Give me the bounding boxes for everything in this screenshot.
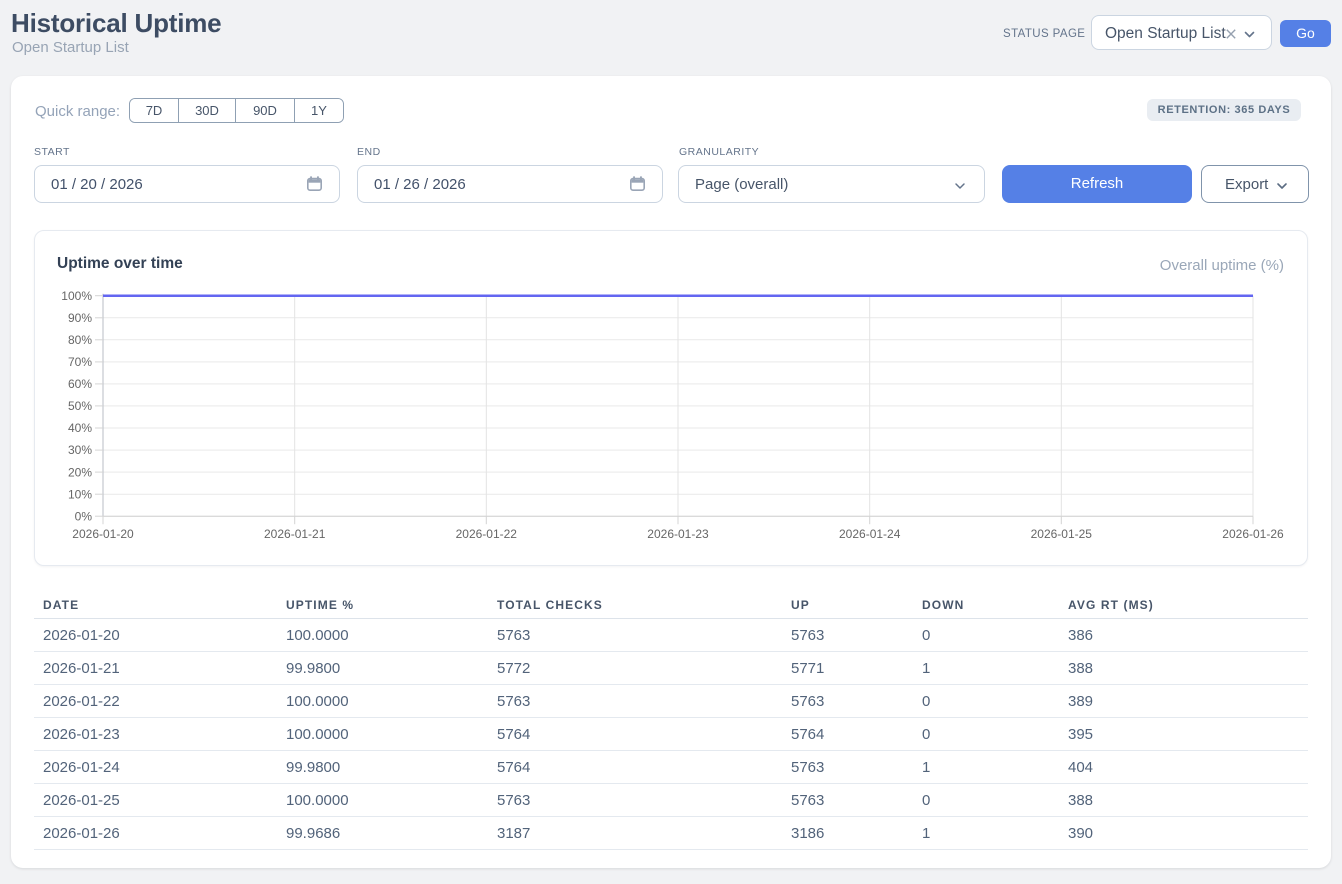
svg-text:90%: 90% bbox=[68, 311, 92, 325]
svg-text:30%: 30% bbox=[68, 443, 92, 457]
svg-text:2026-01-23: 2026-01-23 bbox=[647, 527, 709, 541]
svg-text:2026-01-22: 2026-01-22 bbox=[456, 527, 518, 541]
svg-text:50%: 50% bbox=[68, 399, 92, 413]
svg-text:100%: 100% bbox=[61, 289, 92, 303]
svg-text:70%: 70% bbox=[68, 355, 92, 369]
svg-text:2026-01-25: 2026-01-25 bbox=[1031, 527, 1093, 541]
svg-text:80%: 80% bbox=[68, 333, 92, 347]
svg-text:40%: 40% bbox=[68, 421, 92, 435]
svg-text:2026-01-26: 2026-01-26 bbox=[1222, 527, 1284, 541]
svg-text:60%: 60% bbox=[68, 377, 92, 391]
svg-text:2026-01-21: 2026-01-21 bbox=[264, 527, 326, 541]
svg-text:2026-01-20: 2026-01-20 bbox=[72, 527, 134, 541]
svg-text:10%: 10% bbox=[68, 487, 92, 501]
svg-text:20%: 20% bbox=[68, 465, 92, 479]
svg-text:0%: 0% bbox=[75, 509, 93, 523]
svg-text:2026-01-24: 2026-01-24 bbox=[839, 527, 901, 541]
